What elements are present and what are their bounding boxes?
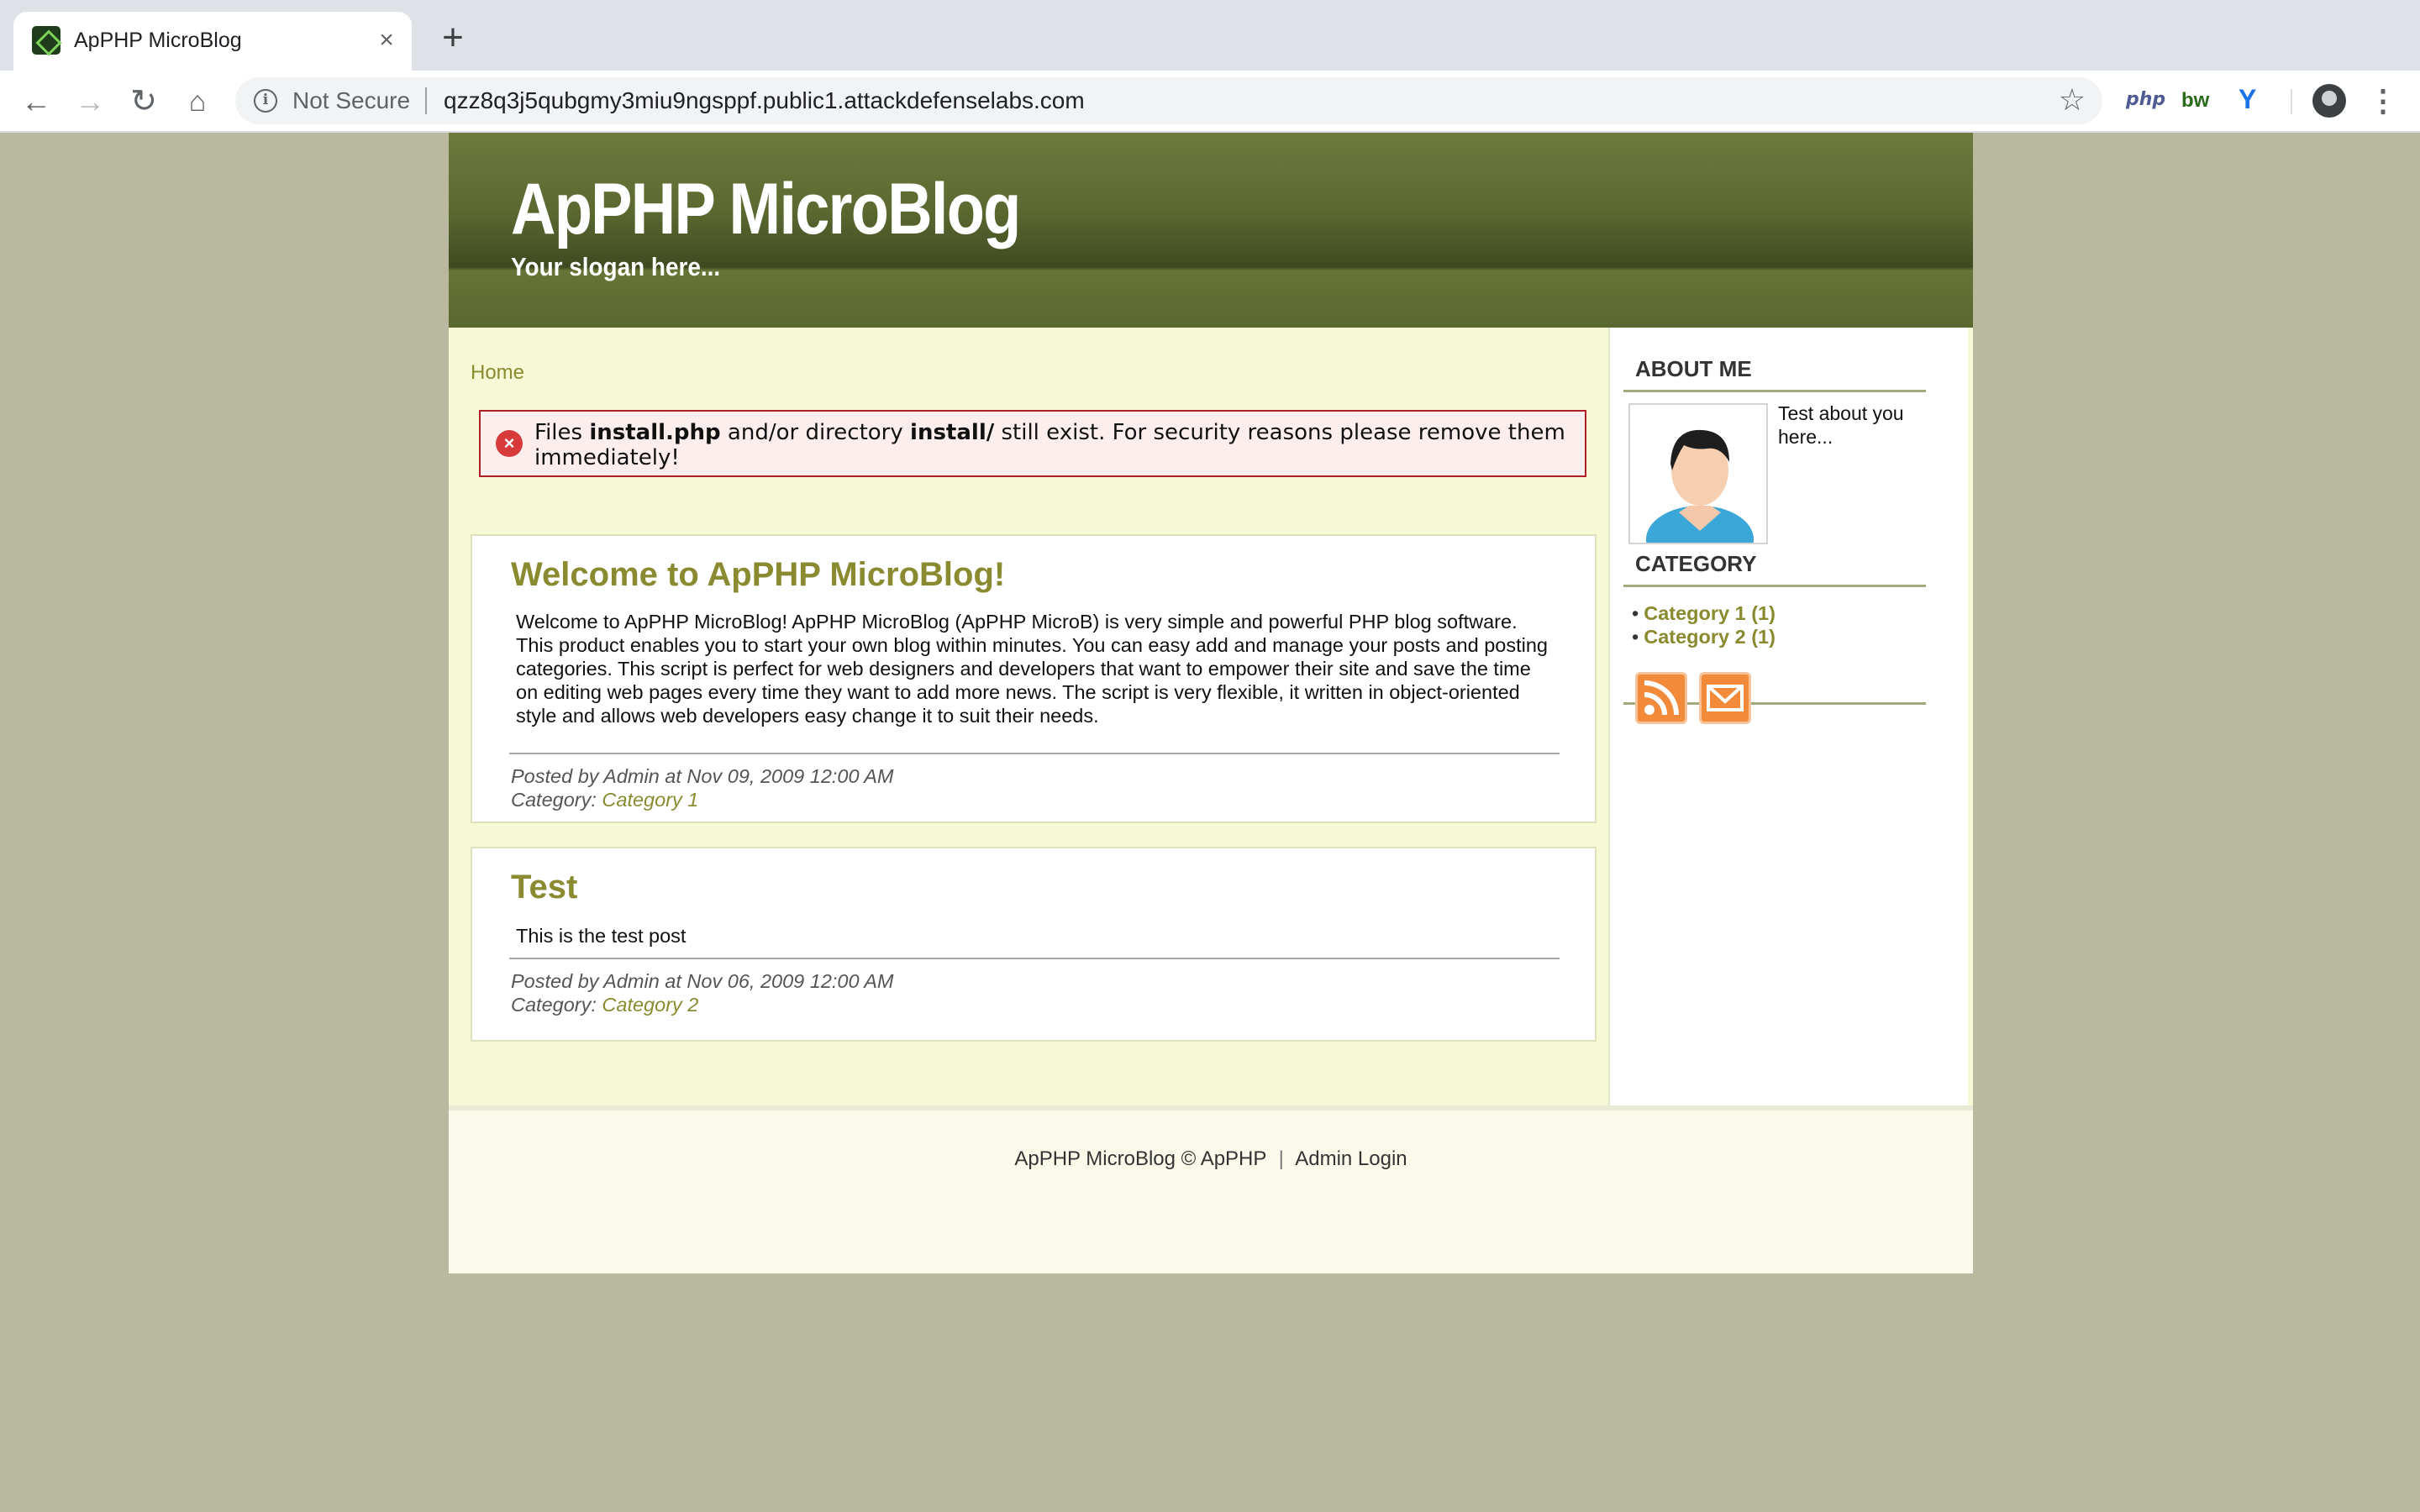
- breadcrumb-home-link[interactable]: Home: [471, 361, 524, 385]
- post-body: This is the test post: [516, 925, 687, 947]
- alert-dir: install/: [910, 420, 995, 445]
- alert-file: install.php: [589, 420, 721, 445]
- browser-tab[interactable]: ApPHP MicroBlog ×: [13, 12, 412, 71]
- category-link[interactable]: Category 2 (1): [1644, 626, 1776, 648]
- blog-post: Test This is the test post Posted by Adm…: [471, 847, 1597, 1042]
- kebab-menu-icon[interactable]: ⋮: [2368, 81, 2398, 121]
- category-divider: [1623, 585, 1926, 587]
- category-item[interactable]: • Category 1 (1): [1632, 601, 1776, 625]
- person-avatar-icon: [1646, 429, 1754, 543]
- avatar: [1628, 403, 1768, 544]
- post-divider: [509, 958, 1560, 959]
- wappalyzer-extension-icon[interactable]: Y: [2238, 84, 2256, 115]
- back-arrow-icon[interactable]: ←: [17, 82, 55, 121]
- email-icon[interactable]: [1699, 672, 1751, 724]
- post-title[interactable]: Welcome to ApPHP MicroBlog!: [511, 556, 1005, 594]
- php-extension-icon[interactable]: php: [2126, 89, 2165, 110]
- security-alert: × Files install.php and/or directory ins…: [479, 410, 1586, 477]
- omnibox-divider: [425, 87, 427, 114]
- page-container: ApPHP MicroBlog Your slogan here... Home…: [449, 133, 1973, 1273]
- footer-text: ApPHP MicroBlog © ApPHP | Admin Login: [449, 1147, 1973, 1171]
- browser-tabstrip: ApPHP MicroBlog × +: [0, 0, 2420, 71]
- post-meta: Posted by Admin at Nov 06, 2009 12:00 AM…: [511, 969, 893, 1016]
- new-tab-button[interactable]: +: [435, 19, 471, 56]
- alert-message: Files install.php and/or directory insta…: [534, 420, 1565, 470]
- profile-avatar-icon[interactable]: [2312, 84, 2346, 118]
- address-bar[interactable]: i Not Secure qzz8q3j5qubgmy3miu9ngsppf.p…: [235, 77, 2102, 124]
- post-body: Welcome to ApPHP MicroBlog! ApPHP MicroB…: [516, 611, 1548, 727]
- post-meta: Posted by Admin at Nov 09, 2009 12:00 AM…: [511, 764, 893, 811]
- about-text: Test about you here...: [1778, 402, 1904, 448]
- about-divider: [1623, 390, 1926, 392]
- post-category-label: Category:: [511, 994, 602, 1016]
- post-divider: [509, 753, 1560, 754]
- copyright-text: ApPHP MicroBlog © ApPHP: [1014, 1147, 1266, 1170]
- category-item[interactable]: • Category 2 (1): [1632, 625, 1776, 648]
- site-favicon-icon: [32, 26, 60, 55]
- blog-post: Welcome to ApPHP MicroBlog! Welcome to A…: [471, 534, 1597, 823]
- forward-arrow-icon[interactable]: →: [71, 82, 109, 121]
- category-heading: CATEGORY: [1635, 551, 1757, 576]
- not-secure-label[interactable]: Not Secure: [292, 87, 410, 114]
- post-category-link[interactable]: Category 1: [602, 789, 698, 811]
- main-column: Home × Files install.php and/or director…: [449, 328, 1607, 1105]
- post-author-date: Posted by Admin at Nov 09, 2009 12:00 AM: [511, 765, 894, 787]
- site-footer: ApPHP MicroBlog © ApPHP | Admin Login: [449, 1105, 1973, 1273]
- about-heading: ABOUT ME: [1635, 356, 1752, 381]
- sidebar: ABOUT ME Test about you here... CATEGORY…: [1608, 328, 1968, 1105]
- post-title[interactable]: Test: [511, 869, 577, 906]
- toolbar-divider: [2291, 89, 2292, 114]
- post-author-date: Posted by Admin at Nov 06, 2009 12:00 AM: [511, 970, 894, 992]
- star-icon[interactable]: ☆: [2059, 82, 2086, 118]
- site-header: ApPHP MicroBlog Your slogan here...: [449, 133, 1973, 328]
- post-category-link[interactable]: Category 2: [602, 994, 698, 1016]
- admin-login-link[interactable]: Admin Login: [1295, 1147, 1407, 1170]
- tab-title: ApPHP MicroBlog: [74, 29, 242, 52]
- site-title[interactable]: ApPHP MicroBlog: [511, 168, 1021, 251]
- category-link[interactable]: Category 1 (1): [1644, 602, 1776, 624]
- footer-separator: |: [1278, 1147, 1284, 1170]
- category-list: • Category 1 (1) • Category 2 (1): [1632, 601, 1776, 648]
- browser-toolbar: ← → ↻ ⌂ i Not Secure qzz8q3j5qubgmy3miu9…: [0, 71, 2420, 133]
- close-icon[interactable]: ×: [370, 24, 403, 57]
- error-icon: ×: [496, 430, 523, 457]
- post-category-label: Category:: [511, 789, 602, 811]
- rss-feed-icon[interactable]: [1635, 672, 1687, 724]
- builtwith-extension-icon[interactable]: bw: [2181, 89, 2209, 113]
- site-slogan: Your slogan here...: [511, 252, 721, 281]
- info-icon[interactable]: i: [254, 89, 277, 113]
- reload-icon[interactable]: ↻: [124, 82, 163, 121]
- home-icon[interactable]: ⌂: [178, 82, 217, 121]
- content-area: Home × Files install.php and/or director…: [449, 328, 1973, 1168]
- url-text[interactable]: qzz8q3j5qubgmy3miu9ngsppf.public1.attack…: [444, 87, 1085, 114]
